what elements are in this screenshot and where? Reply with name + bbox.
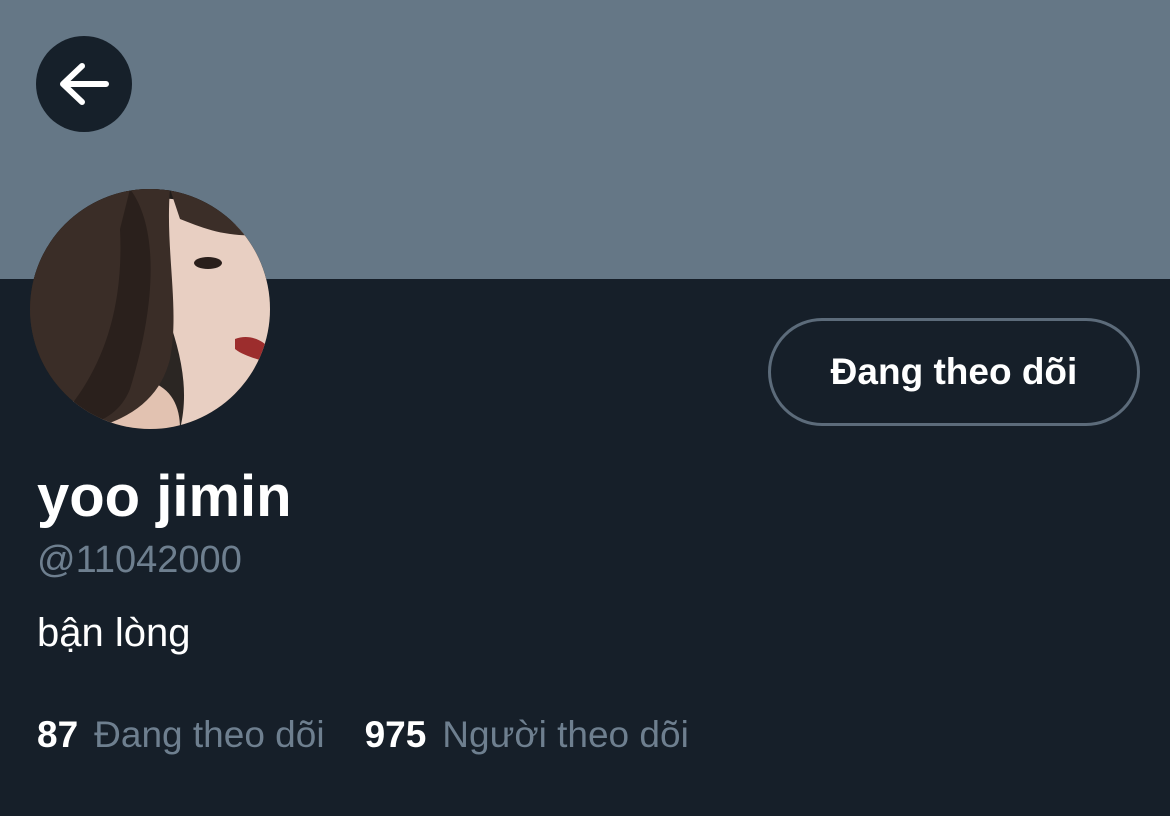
display-name: yoo jimin	[37, 464, 292, 529]
user-handle: @11042000	[37, 539, 242, 581]
avatar[interactable]	[30, 189, 270, 429]
profile-stats: 87 Đang theo dõi 975 Người theo dõi	[37, 710, 689, 760]
profile-screen: Đang theo dõi yoo jimin @11042000 bận lò…	[0, 0, 1170, 816]
following-count: 87	[37, 714, 79, 755]
arrow-left-icon	[60, 63, 109, 105]
followers-count: 975	[364, 714, 427, 755]
following-button[interactable]: Đang theo dõi	[768, 318, 1140, 426]
followers-label: Người theo dõi	[442, 714, 689, 755]
following-label: Đang theo dõi	[94, 714, 325, 755]
avatar-photo	[30, 189, 270, 429]
followers-stat[interactable]: 975 Người theo dõi	[365, 714, 689, 756]
profile-bio: bận lòng	[37, 611, 191, 655]
back-button[interactable]	[36, 36, 132, 132]
following-stat[interactable]: 87 Đang theo dõi	[37, 714, 325, 756]
